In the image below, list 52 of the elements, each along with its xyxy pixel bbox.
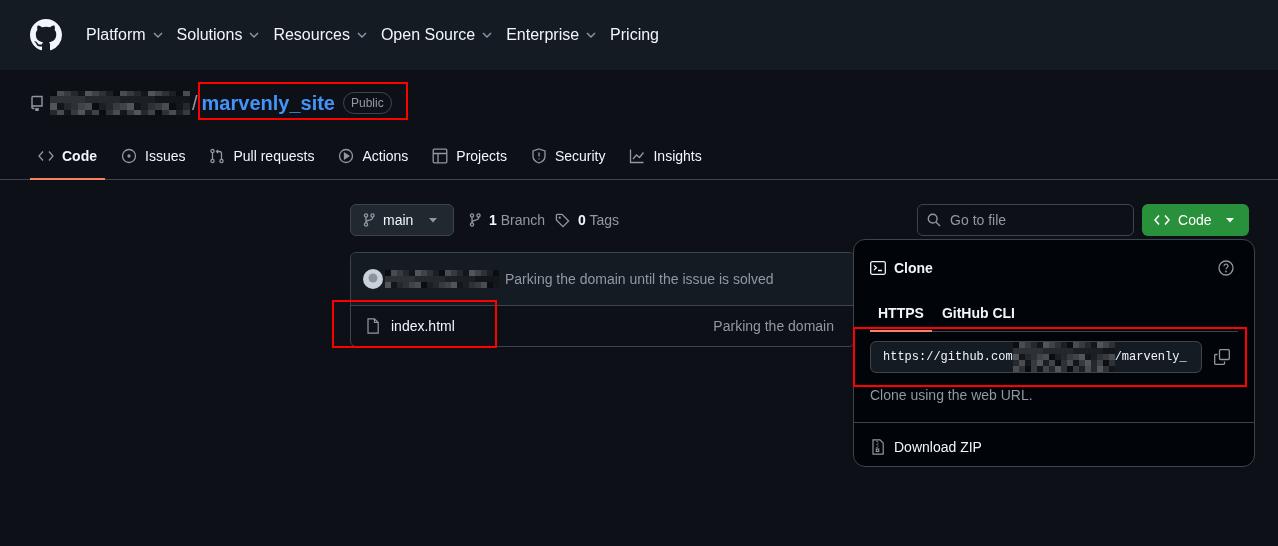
download-zip-link[interactable]: Download ZIP — [854, 423, 1254, 471]
go-to-file-field[interactable]: Go to file — [917, 204, 1135, 236]
table-icon — [432, 148, 449, 164]
avatar-icon — [363, 269, 383, 289]
code-button[interactable]: Code — [1142, 204, 1250, 236]
repo-icon — [30, 95, 44, 111]
nav-menu-item[interactable]: Resources — [273, 23, 367, 47]
tags-link[interactable]: 0 Tags — [555, 209, 620, 231]
popover-title: Clone — [894, 258, 933, 278]
clone-hint: Clone using the web URL. — [870, 386, 1034, 405]
repo-tab[interactable]: Pull requests — [201, 134, 323, 180]
graph-icon — [629, 148, 646, 164]
path-separator: / — [192, 91, 198, 116]
repo-tab[interactable]: Security — [522, 134, 614, 180]
url-text: https://github.com — [883, 349, 1013, 366]
nav-menu-item[interactable]: Enterprise — [506, 23, 597, 47]
branch-select-button[interactable]: main — [350, 204, 454, 236]
code-icon — [1154, 214, 1171, 226]
copy-icon[interactable] — [1214, 349, 1230, 365]
url-text: /marvenly_ — [1114, 349, 1187, 366]
commit-message[interactable]: Parking the domain — [713, 315, 834, 337]
nav-menu-item[interactable]: Platform — [86, 23, 163, 47]
repo-name-link[interactable]: marvenly_site — [201, 88, 335, 118]
help-icon[interactable] — [1218, 260, 1234, 276]
repo-tab[interactable]: Projects — [424, 134, 515, 180]
clone-tab[interactable]: GitHub CLI — [933, 296, 1023, 332]
clone-url-field[interactable]: https://github.com /marvenly_ — [870, 341, 1202, 373]
tag-icon — [555, 212, 571, 228]
nav-menu-item[interactable]: Open Source — [380, 23, 493, 47]
repo-tab[interactable]: Issues — [113, 134, 194, 180]
branches-link[interactable]: 1 Branch — [469, 209, 546, 231]
terminal-icon — [870, 261, 886, 275]
file-icon — [367, 318, 379, 334]
octocat-logo-icon[interactable] — [30, 19, 62, 51]
clone-tab[interactable]: HTTPS — [870, 296, 932, 332]
caret-icon — [429, 217, 438, 223]
search-icon — [927, 213, 942, 227]
branch-icon — [363, 213, 375, 227]
issue-icon — [121, 148, 137, 164]
file-name-link[interactable]: index.html — [391, 315, 455, 337]
nav-menu-item[interactable]: Solutions — [176, 23, 260, 47]
nav-menu-item[interactable]: Pricing — [610, 23, 659, 47]
repo-tab[interactable]: Actions — [330, 134, 417, 180]
zip-file-icon — [872, 439, 884, 455]
pull-request-icon — [209, 148, 226, 164]
repo-tab[interactable]: Insights — [621, 134, 710, 180]
repo-tab[interactable]: Code — [30, 134, 105, 180]
branch-icon — [469, 213, 481, 227]
caret-icon — [1225, 217, 1234, 223]
shield-icon — [530, 148, 547, 164]
code-icon — [38, 148, 54, 164]
play-icon — [338, 148, 355, 164]
